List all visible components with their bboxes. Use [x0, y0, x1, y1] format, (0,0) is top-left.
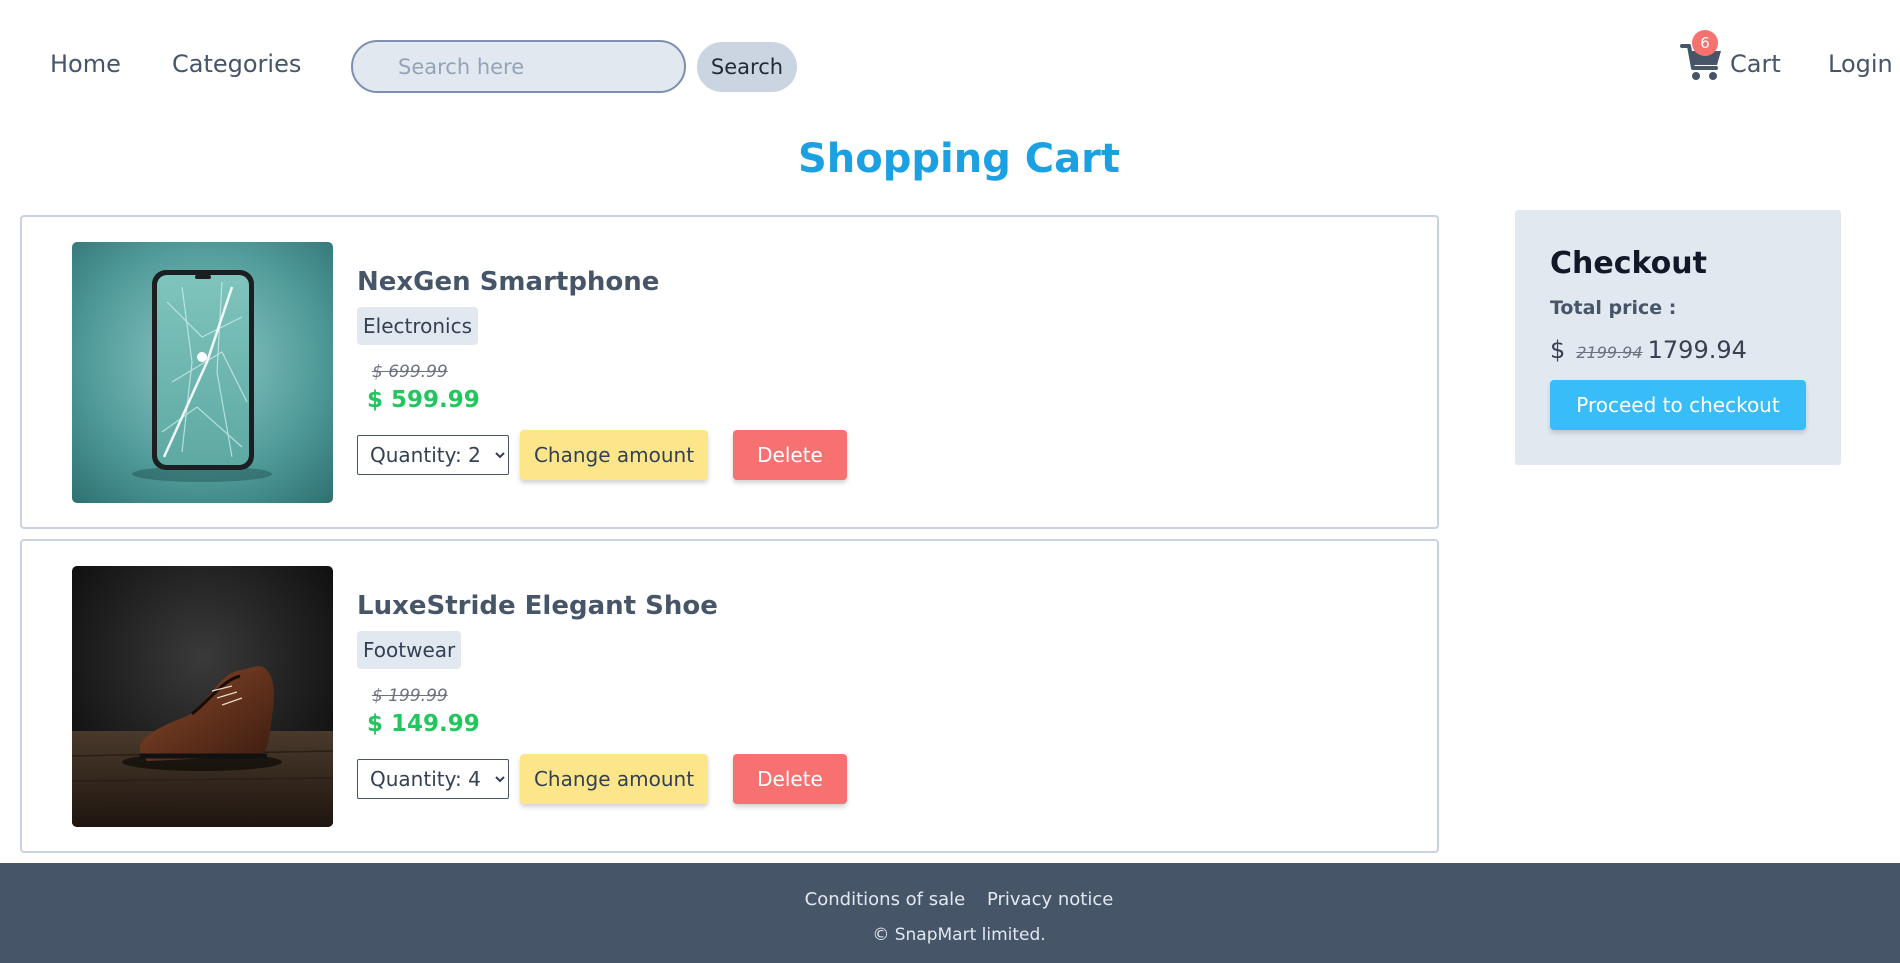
quantity-select[interactable]: Quantity: 2 — [357, 435, 509, 475]
nav-home-link[interactable]: Home — [50, 50, 121, 78]
product-image-shoe[interactable] — [72, 566, 333, 827]
search-input[interactable] — [351, 40, 686, 93]
footer-links: Conditions of sale Privacy notice — [0, 889, 1900, 910]
total-old-price: 2199.94 — [1576, 343, 1643, 362]
change-amount-button[interactable]: Change amount — [520, 754, 708, 804]
quantity-select[interactable]: Quantity: 4 — [357, 759, 509, 799]
navbar: Home Categories Search 6 Cart Login — [0, 0, 1900, 134]
delete-button[interactable]: Delete — [733, 430, 847, 480]
category-badge: Footwear — [357, 631, 462, 669]
leather-shoe-photo — [72, 566, 333, 827]
product-name: LuxeStride Elegant Shoe — [357, 591, 718, 621]
total-price-label: Total price : — [1550, 297, 1677, 319]
copyright-text: © SnapMart limited. — [872, 925, 1046, 945]
footer: Conditions of sale Privacy notice © Snap… — [0, 863, 1900, 963]
page-title: Shopping Cart — [798, 136, 1120, 182]
category-badge: Electronics — [357, 307, 479, 345]
nav-categories-link[interactable]: Categories — [172, 50, 301, 78]
new-price: $ 599.99 — [367, 387, 480, 413]
total-currency: $ — [1550, 336, 1566, 364]
checkout-panel: Checkout Total price : $ 2199.94 1799.94… — [1515, 210, 1841, 465]
smartphone-photo — [72, 242, 333, 503]
total-new-price: 1799.94 — [1647, 336, 1747, 364]
privacy-notice-link[interactable]: Privacy notice — [987, 889, 1113, 910]
old-price: $ 199.99 — [372, 686, 448, 706]
total-price: $ 2199.94 1799.94 — [1550, 336, 1747, 364]
old-price: $ 699.99 — [372, 362, 448, 382]
delete-button[interactable]: Delete — [733, 754, 847, 804]
cart-count-badge: 6 — [1692, 30, 1718, 56]
cart-label: Cart — [1730, 50, 1781, 78]
search-button[interactable]: Search — [697, 42, 797, 92]
cart-item: LuxeStride Elegant Shoe Footwear $ 199.9… — [20, 539, 1439, 853]
change-amount-button[interactable]: Change amount — [520, 430, 708, 480]
product-image-smartphone[interactable] — [72, 242, 333, 503]
product-name: NexGen Smartphone — [357, 267, 660, 297]
conditions-of-sale-link[interactable]: Conditions of sale — [805, 889, 966, 910]
proceed-to-checkout-button[interactable]: Proceed to checkout — [1550, 380, 1806, 430]
nav-login-link[interactable]: Login — [1828, 50, 1893, 78]
new-price: $ 149.99 — [367, 711, 480, 737]
cart-item: NexGen Smartphone Electronics $ 699.99 $… — [20, 215, 1439, 529]
checkout-title: Checkout — [1550, 246, 1707, 281]
